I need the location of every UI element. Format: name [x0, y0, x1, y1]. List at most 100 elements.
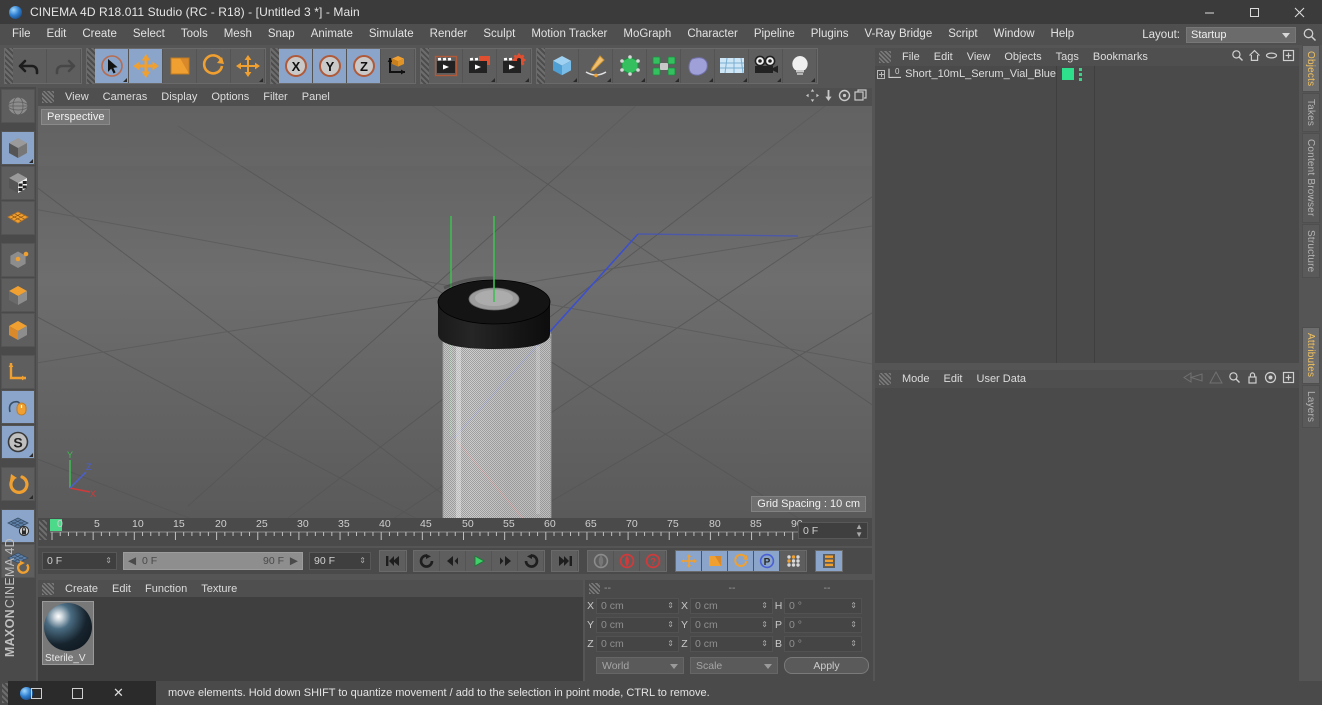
- object-row[interactable]: 0 Short_10mL_Serum_Vial_Blue: [875, 66, 1056, 82]
- menu-select[interactable]: Select: [125, 24, 173, 45]
- menu-plugins[interactable]: Plugins: [803, 24, 857, 45]
- enable-axis-modification-button[interactable]: [1, 390, 35, 424]
- viewport-menu-options[interactable]: Options: [204, 91, 256, 103]
- menu-snap[interactable]: Snap: [260, 24, 303, 45]
- render-settings-button[interactable]: [497, 49, 531, 83]
- current-frame-field[interactable]: 0 F ▲ ▼: [798, 522, 868, 539]
- new-tab-icon[interactable]: [1282, 371, 1295, 387]
- axis-mode-button[interactable]: [1, 355, 35, 389]
- toolbar-grip[interactable]: [271, 48, 279, 84]
- tab-objects[interactable]: Objects: [1302, 45, 1320, 93]
- object-tree-column[interactable]: 0 Short_10mL_Serum_Vial_Blue: [875, 66, 1057, 363]
- search-icon[interactable]: [1228, 371, 1241, 387]
- new-layer-icon[interactable]: [1282, 49, 1295, 65]
- attributes-menu-mode[interactable]: Mode: [895, 373, 937, 385]
- material-menu-create[interactable]: Create: [58, 583, 105, 595]
- coord-rot-p-field[interactable]: 0 ° ⇕: [784, 616, 862, 633]
- move-secondary-tool-button[interactable]: [231, 49, 265, 83]
- coord-pos-y-field[interactable]: 0 cm ⇕: [596, 616, 679, 633]
- back-arrow-icon[interactable]: [1182, 371, 1204, 387]
- tab-attributes[interactable]: Attributes: [1302, 327, 1320, 384]
- timeline-ruler[interactable]: 0 5 10 15 20 25 30 35 40 45 50 55 60 65 …: [50, 518, 803, 542]
- coordinate-mode-dropdown[interactable]: Scale: [690, 657, 778, 674]
- z-axis-lock-button[interactable]: Z: [347, 49, 381, 83]
- menu-help[interactable]: Help: [1043, 24, 1083, 45]
- play-forwards-loop-button[interactable]: [414, 551, 440, 571]
- timeline-panel-button[interactable]: [816, 551, 842, 571]
- coord-pos-x-field[interactable]: 0 cm ⇕: [596, 597, 679, 614]
- start-frame-field[interactable]: 0 F ⇕: [42, 552, 117, 570]
- timeline-ruler-bar[interactable]: 0 5 10 15 20 25 30 35 40 45 50 55 60 65 …: [38, 518, 872, 546]
- menu-character[interactable]: Character: [679, 24, 746, 45]
- object-tags-column[interactable]: [1058, 66, 1095, 363]
- panel-grip[interactable]: [879, 373, 891, 385]
- material-menu-function[interactable]: Function: [138, 583, 194, 595]
- x-axis-lock-button[interactable]: X: [279, 49, 313, 83]
- viewport-menu-cameras[interactable]: Cameras: [96, 91, 155, 103]
- menu-file[interactable]: File: [4, 24, 39, 45]
- scale-tool-button[interactable]: [163, 49, 197, 83]
- minimize-button[interactable]: [1187, 0, 1232, 24]
- menu-create[interactable]: Create: [74, 24, 125, 45]
- object-menu-tags[interactable]: Tags: [1049, 51, 1086, 63]
- edge-mode-button[interactable]: [1, 278, 35, 312]
- menu-edit[interactable]: Edit: [39, 24, 75, 45]
- object-menu-file[interactable]: File: [895, 51, 927, 63]
- menu-pipeline[interactable]: Pipeline: [746, 24, 803, 45]
- spinner-icon[interactable]: ⇕: [105, 557, 112, 565]
- rotation-key-button[interactable]: [728, 551, 754, 571]
- add-cube-object-button[interactable]: [545, 49, 579, 83]
- window-icon[interactable]: [31, 687, 42, 699]
- menu-mesh[interactable]: Mesh: [216, 24, 260, 45]
- menu-mograph[interactable]: MoGraph: [615, 24, 679, 45]
- rotate-tool-button[interactable]: [197, 49, 231, 83]
- home-icon[interactable]: [1248, 49, 1261, 65]
- add-mograph-object-button[interactable]: [647, 49, 681, 83]
- object-menu-edit[interactable]: Edit: [927, 51, 960, 63]
- menu-render[interactable]: Render: [422, 24, 476, 45]
- restore-icon[interactable]: [72, 687, 83, 699]
- step-forward-button[interactable]: [492, 551, 518, 571]
- material-tag-swatch[interactable]: [1062, 68, 1074, 80]
- make-editable-button[interactable]: [1, 89, 35, 123]
- object-menu-bookmarks[interactable]: Bookmarks: [1086, 51, 1155, 63]
- apply-button[interactable]: Apply: [784, 657, 869, 674]
- model-mode-button[interactable]: [1, 131, 35, 165]
- layout-dropdown[interactable]: Startup: [1186, 26, 1296, 43]
- object-tag-row[interactable]: [1058, 66, 1094, 82]
- record-active-objects-button[interactable]: [588, 551, 614, 571]
- polygon-mode-button[interactable]: [1, 201, 35, 235]
- attributes-body[interactable]: [875, 388, 1299, 685]
- menu-sculpt[interactable]: Sculpt: [475, 24, 523, 45]
- menu-window[interactable]: Window: [986, 24, 1043, 45]
- goto-start-button[interactable]: [380, 551, 406, 571]
- spinner-icon[interactable]: ⇕: [761, 601, 768, 610]
- coord-rot-b-field[interactable]: 0 ° ⇕: [784, 635, 862, 652]
- add-deformer-object-button[interactable]: [681, 49, 715, 83]
- toolbar-grip[interactable]: [5, 48, 13, 84]
- object-manager-body[interactable]: 0 Short_10mL_Serum_Vial_Blue: [875, 66, 1299, 363]
- undo-view-button[interactable]: [1, 467, 35, 501]
- parameter-key-button[interactable]: P: [754, 551, 780, 571]
- toolbar-grip[interactable]: [421, 48, 429, 84]
- render-view-button[interactable]: [429, 49, 463, 83]
- spinner-icon[interactable]: ⇕: [667, 620, 674, 629]
- position-key-button[interactable]: [676, 551, 702, 571]
- range-right-arrow-icon[interactable]: ▶: [290, 555, 298, 567]
- render-region-button[interactable]: [463, 49, 497, 83]
- coord-rot-h-field[interactable]: 0 ° ⇕: [784, 597, 862, 614]
- material-menu-texture[interactable]: Texture: [194, 583, 244, 595]
- add-generator-object-button[interactable]: [613, 49, 647, 83]
- add-camera-object-button[interactable]: [749, 49, 783, 83]
- spinner-icon[interactable]: ⇕: [667, 639, 674, 648]
- coord-size-z-field[interactable]: 0 cm ⇕: [690, 635, 773, 652]
- attributes-menu-edit[interactable]: Edit: [937, 373, 970, 385]
- play-button[interactable]: [466, 551, 492, 571]
- add-spline-object-button[interactable]: [579, 49, 613, 83]
- search-icon[interactable]: [1302, 27, 1318, 43]
- end-frame-field[interactable]: 90 F ⇕: [309, 552, 371, 570]
- object-menu-view[interactable]: View: [960, 51, 998, 63]
- menu-animate[interactable]: Animate: [303, 24, 361, 45]
- link-icon[interactable]: [1265, 49, 1278, 65]
- point-mode-button[interactable]: [1, 243, 35, 277]
